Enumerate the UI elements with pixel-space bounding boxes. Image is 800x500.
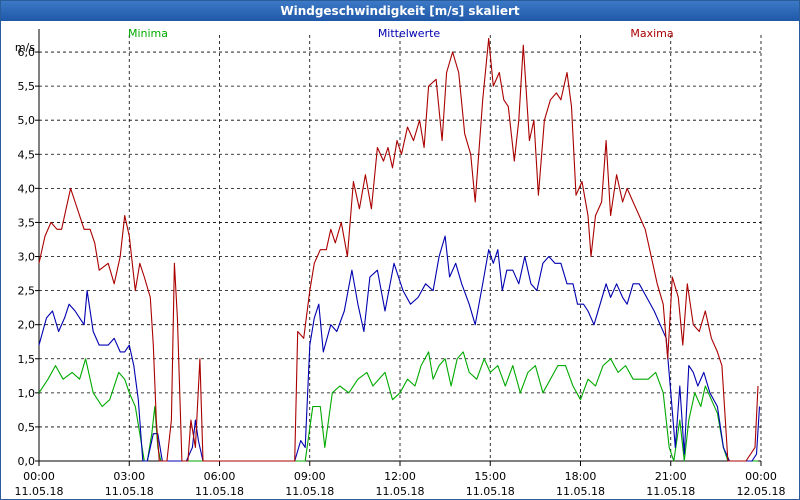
series-line-minima — [38, 351, 758, 462]
series-lines — [38, 37, 761, 462]
y-tick-label: 2,0 — [18, 319, 36, 332]
legend-label-maxima: Maxima — [630, 27, 673, 40]
series-line-maxima — [38, 37, 759, 462]
y-tick-label: 0,5 — [18, 421, 36, 434]
x-tick-date-label: 11.05.18 — [285, 485, 334, 498]
x-tick-date-label: 11.05.18 — [105, 485, 154, 498]
y-tick-label: 5,5 — [18, 80, 36, 93]
x-tick-time-label: 00:00 — [745, 470, 777, 483]
x-tick-date-label: 12.05.18 — [737, 485, 786, 498]
x-tick-time-label: 12:00 — [384, 470, 416, 483]
x-tick-time-label: 06:00 — [204, 470, 236, 483]
x-tick-time-label: 21:00 — [655, 470, 687, 483]
x-tick-date-label: 11.05.18 — [646, 485, 695, 498]
x-tick-date-label: 11.05.18 — [376, 485, 425, 498]
legend-label-minima: Minima — [128, 27, 168, 40]
y-tick-label: 1,5 — [18, 353, 36, 366]
y-tick-label: 3,5 — [18, 216, 36, 229]
legend-label-mittelwerte: Mittelwerte — [378, 27, 441, 40]
x-tick-time-label: 15:00 — [474, 470, 506, 483]
legend: Minima Mittelwerte Maxima — [128, 27, 674, 40]
x-tick-date-label: 11.05.18 — [195, 485, 244, 498]
chart-window: Windgeschwindigkeit [m/s] skaliert 0,0 0,… — [0, 0, 800, 500]
y-tick-label: 3,0 — [18, 251, 36, 264]
y-tick-label: 0,0 — [18, 455, 36, 468]
grid — [38, 35, 762, 462]
y-tick-label: 1,0 — [18, 387, 36, 400]
y-tick-label: 4,0 — [18, 182, 36, 195]
x-tick-date-label: 11.05.18 — [556, 485, 605, 498]
y-tick-label: 2,5 — [18, 285, 36, 298]
x-tick-time-label: 00:00 — [23, 470, 55, 483]
y-axis-label: m/s — [15, 41, 35, 54]
y-tick-label: 5,0 — [18, 114, 36, 127]
y-tick-label: 4,5 — [18, 148, 36, 161]
x-tick-time-label: 03:00 — [113, 470, 145, 483]
window-title: Windgeschwindigkeit [m/s] skaliert — [1, 1, 799, 21]
x-tick-date-label: 11.05.18 — [466, 485, 515, 498]
x-tick-date-label: 11.05.18 — [15, 485, 64, 498]
x-tick-time-label: 09:00 — [294, 470, 326, 483]
x-tick-time-label: 18:00 — [565, 470, 597, 483]
wind-speed-chart: 0,00,51,01,52,02,53,03,54,04,55,05,56,00… — [15, 27, 786, 498]
